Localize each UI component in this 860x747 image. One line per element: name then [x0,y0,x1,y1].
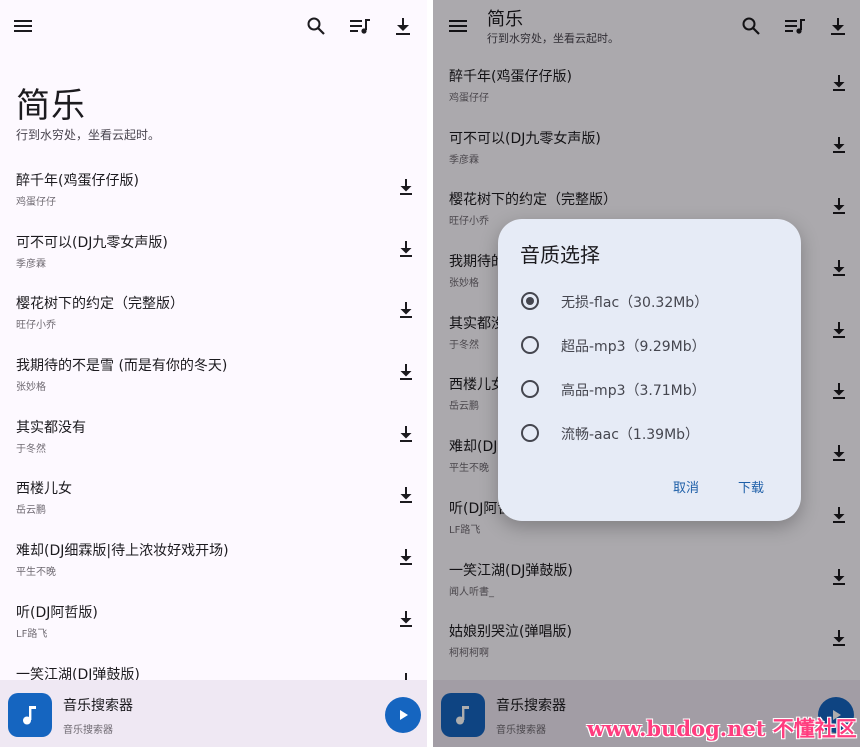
song-artist: 张妙格 [16,382,46,394]
quality-option[interactable]: 流畅-aac（1.39Mb） [518,418,778,448]
radio-button[interactable] [521,424,539,442]
download-icon [400,425,412,442]
song-title: 我期待的不是雪 (而是有你的冬天) [16,358,228,375]
song-row[interactable]: 我期待的不是雪 (而是有你的冬天) 张妙格 [0,351,427,413]
song-download-button[interactable] [395,423,417,445]
song-title: 听(DJ阿哲版) [16,604,98,621]
song-row[interactable]: 难却(DJ细霖版|待上浓妆好戏开场) 平生不晚 [0,536,427,598]
quality-dialog: 音质选择 无损-flac（30.32Mb） 超品-mp3（9.29Mb） 高品-mp… [498,219,801,521]
song-artist: LF路飞 [16,628,48,640]
quality-option-label: 无损-flac（30.32Mb） [561,295,709,311]
song-row[interactable]: 听(DJ阿哲版) LF路飞 [0,598,427,660]
song-row[interactable]: 其实都没有 于冬然 [0,413,427,475]
download-icon [400,487,412,504]
mini-player[interactable]: 音乐搜索器 音乐搜索器 [0,680,427,747]
player-subtitle: 音乐搜索器 [63,725,113,736]
song-download-button[interactable] [395,546,417,568]
quality-dialog-screen: 简乐 行到水穷处，坐看云起时。 醉千年(鸡蛋仔仔版) 鸡蛋仔仔 可不可以(DJ九零女… [433,0,860,747]
song-artist: 季彦霖 [16,258,46,270]
download-icon [400,610,412,627]
song-artist: 于冬然 [16,443,46,455]
download-confirm-button[interactable]: 下载 [738,477,764,496]
song-row[interactable]: 樱花树下的约定（完整版） 旺仔小乔 [0,289,427,351]
song-artist: 鸡蛋仔仔 [16,197,56,208]
quality-option[interactable]: 高品-mp3（3.71Mb） [518,374,778,404]
download-icon[interactable] [390,13,416,39]
download-icon [400,364,412,381]
song-title: 醉千年(鸡蛋仔仔版) [16,173,139,189]
album-art[interactable] [8,693,52,737]
page-title: 简乐 [16,86,86,126]
search-icon[interactable] [303,13,329,39]
quality-option-label: 高品-mp3（3.71Mb） [561,383,706,399]
quality-option-label: 流畅-aac（1.39Mb） [561,427,700,443]
quality-option[interactable]: 超品-mp3（9.29Mb） [518,330,778,360]
download-icon [400,549,412,566]
song-title: 其实都没有 [16,419,86,436]
song-download-button[interactable] [395,176,417,198]
song-download-button[interactable] [395,299,417,321]
player-title: 音乐搜索器 [63,698,133,714]
queue-music-icon[interactable] [347,13,373,39]
song-download-button[interactable] [395,238,417,260]
song-title: 可不可以(DJ九零女声版) [16,234,168,251]
radio-button[interactable] [521,336,539,354]
page-subtitle: 行到水穷处，坐看云起时。 [16,128,161,142]
top-app-bar [0,0,427,54]
download-icon [400,302,412,319]
quality-option[interactable]: 无损-flac（30.32Mb） [518,286,778,316]
cancel-button[interactable]: 取消 [673,477,699,496]
quality-option-label: 超品-mp3（9.29Mb） [561,339,706,355]
main-screen: 简乐 行到水穷处，坐看云起时。 醉千年(鸡蛋仔仔版) 鸡蛋仔仔可不可以(DJ九零女… [0,0,427,747]
song-title: 樱花树下的约定（完整版） [16,296,184,313]
song-list: 醉千年(鸡蛋仔仔版) 鸡蛋仔仔可不可以(DJ九零女声版) 季彦霖樱花树下的约定（完整… [0,166,427,721]
radio-button[interactable] [521,292,539,310]
play-icon [400,710,408,720]
download-icon [400,179,412,195]
song-artist: 岳云鹏 [16,505,46,517]
watermark: www.budog.net 不懂社区 [587,716,857,741]
song-download-button[interactable] [395,361,417,383]
song-title: 西楼儿女 [16,481,72,498]
song-artist: 平生不晚 [16,567,56,579]
song-title: 难却(DJ细霖版|待上浓妆好戏开场) [16,543,229,560]
radio-button[interactable] [521,380,539,398]
play-button[interactable] [385,697,421,733]
song-artist: 旺仔小乔 [16,320,56,332]
song-row[interactable]: 醉千年(鸡蛋仔仔版) 鸡蛋仔仔 [0,166,427,228]
song-download-button[interactable] [395,608,417,630]
song-download-button[interactable] [395,484,417,506]
download-icon [400,240,412,257]
song-row[interactable]: 西楼儿女 岳云鹏 [0,474,427,536]
music-note-icon [23,706,36,725]
menu-icon[interactable] [10,13,36,39]
dialog-title: 音质选择 [520,243,600,267]
song-row[interactable]: 可不可以(DJ九零女声版) 季彦霖 [0,228,427,290]
